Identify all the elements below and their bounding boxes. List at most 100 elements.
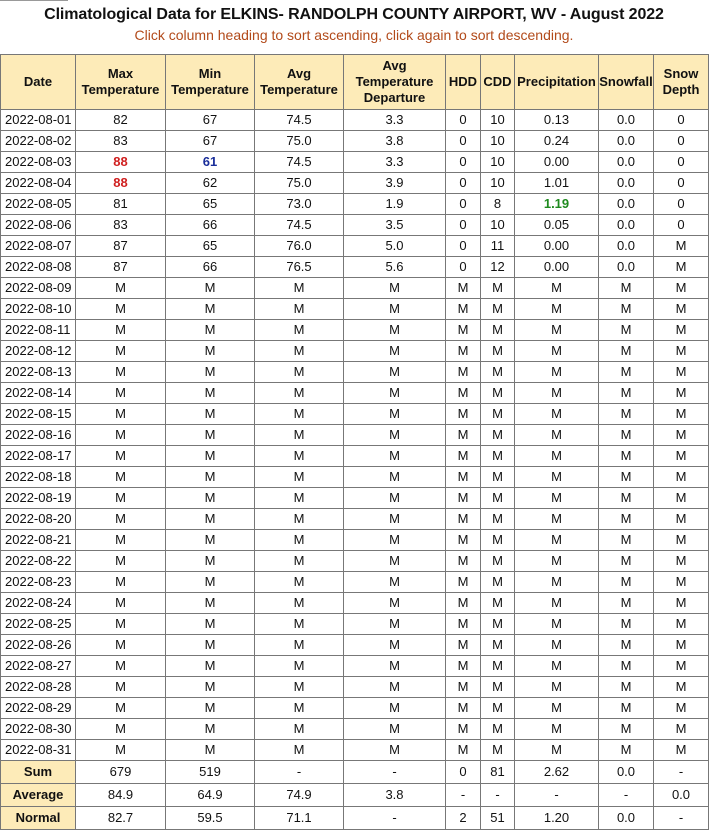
cell-precipitation: M <box>514 487 599 509</box>
cell-snow-depth: M <box>653 592 709 614</box>
cell-date: 2022-08-21 <box>0 529 76 551</box>
cell-avg-temperature: M <box>254 319 344 341</box>
table-row: 2022-08-13 M M M M M M M M M <box>0 361 709 383</box>
cell-snow-depth: M <box>653 508 709 530</box>
cell-precipitation: M <box>514 277 599 299</box>
cell-snow-depth: M <box>653 403 709 425</box>
cell-cdd: M <box>480 571 515 593</box>
cell-min-temperature: M <box>165 508 255 530</box>
table-row: 2022-08-12 M M M M M M M M M <box>0 340 709 362</box>
cell-avg-temperature: M <box>254 655 344 677</box>
cell-cdd: 10 <box>480 109 515 131</box>
cell-cdd: M <box>480 739 515 761</box>
cell-avg-temperature-departure: M <box>343 613 446 635</box>
column-header-snow-depth[interactable]: Snow Depth <box>653 54 709 110</box>
cell-snow-depth: M <box>653 655 709 677</box>
cell-date: 2022-08-07 <box>0 235 76 257</box>
cell-snowfall: M <box>598 361 654 383</box>
cell-max-temperature: M <box>75 592 166 614</box>
cell-hdd: 0 <box>445 151 481 173</box>
cell-avg-temperature-departure: M <box>343 403 446 425</box>
cell-snow-depth: M <box>653 487 709 509</box>
cell-avg-temperature-departure: M <box>343 382 446 404</box>
cell-max-temperature: M <box>75 613 166 635</box>
cell-snow-depth: M <box>653 697 709 719</box>
column-header-min-temperature[interactable]: Min Temperature <box>165 54 255 110</box>
cell-avg-temperature-departure: M <box>343 739 446 761</box>
cell-avg-temperature: M <box>254 298 344 320</box>
cell-min-temperature: M <box>165 277 255 299</box>
cell-hdd: M <box>445 739 481 761</box>
column-header-date[interactable]: Date <box>0 54 76 110</box>
cell-hdd: 0 <box>445 193 481 215</box>
cell-date: 2022-08-31 <box>0 739 76 761</box>
summary-label: Average <box>0 783 76 807</box>
cell-avg-temperature: M <box>254 508 344 530</box>
cell-snowfall: M <box>598 739 654 761</box>
column-header-max-temperature[interactable]: Max Temperature <box>75 54 166 110</box>
summary-cell-max-temperature: 82.7 <box>75 806 166 830</box>
cell-min-temperature: M <box>165 466 255 488</box>
cell-hdd: M <box>445 613 481 635</box>
summary-cell-hdd: 2 <box>445 806 481 830</box>
cell-snowfall: M <box>598 445 654 467</box>
cell-avg-temperature-departure: M <box>343 592 446 614</box>
cell-min-temperature: M <box>165 487 255 509</box>
table-row: 2022-08-28 M M M M M M M M M <box>0 676 709 698</box>
cell-date: 2022-08-08 <box>0 256 76 278</box>
cell-precipitation: 0.13 <box>514 109 599 131</box>
cell-max-temperature: M <box>75 403 166 425</box>
cell-avg-temperature-departure: M <box>343 424 446 446</box>
cell-cdd: M <box>480 613 515 635</box>
cell-snow-depth: M <box>653 739 709 761</box>
summary-cell-cdd: 51 <box>480 806 515 830</box>
summary-cell-snowfall: 0.0 <box>598 760 654 784</box>
cell-cdd: M <box>480 508 515 530</box>
column-header-avg-temperature[interactable]: Avg Temperature <box>254 54 344 110</box>
cell-min-temperature: M <box>165 319 255 341</box>
cell-max-temperature: M <box>75 718 166 740</box>
cell-snowfall: M <box>598 571 654 593</box>
cell-snowfall: M <box>598 466 654 488</box>
cell-avg-temperature-departure: 3.5 <box>343 214 446 236</box>
cell-avg-temperature-departure: M <box>343 361 446 383</box>
summary-cell-hdd: 0 <box>445 760 481 784</box>
cell-date: 2022-08-19 <box>0 487 76 509</box>
table-row: 2022-08-23 M M M M M M M M M <box>0 571 709 593</box>
cell-snow-depth: M <box>653 466 709 488</box>
table-row: 2022-08-15 M M M M M M M M M <box>0 403 709 425</box>
summary-cell-avg-temperature: 74.9 <box>254 783 344 807</box>
summary-cell-snow-depth: - <box>653 806 709 830</box>
cell-precipitation: M <box>514 319 599 341</box>
cell-snow-depth: M <box>653 634 709 656</box>
summary-rows: Sum 679 519- -0 81 2.62 0.0- Average 84.9 64.9 74.… <box>0 760 709 830</box>
column-header-cdd[interactable]: CDD <box>480 54 515 110</box>
table-row: 2022-08-22 M M M M M M M M M <box>0 550 709 572</box>
cell-precipitation: M <box>514 634 599 656</box>
summary-row: Sum 679 519- -0 81 2.62 0.0- <box>0 760 709 784</box>
cell-hdd: M <box>445 508 481 530</box>
cell-min-temperature: M <box>165 298 255 320</box>
column-header-precipitation[interactable]: Precipitation <box>514 54 599 110</box>
cell-min-temperature: M <box>165 529 255 551</box>
cell-avg-temperature: M <box>254 697 344 719</box>
cell-precipitation: M <box>514 592 599 614</box>
cell-avg-temperature: 74.5 <box>254 151 344 173</box>
column-header-avg-temperature-departure[interactable]: Avg Temperature Departure <box>343 54 446 110</box>
table-row: 2022-08-16 M M M M M M M M M <box>0 424 709 446</box>
cell-precipitation: 0.00 <box>514 151 599 173</box>
cell-max-temperature: M <box>75 424 166 446</box>
cell-snowfall: M <box>598 298 654 320</box>
cell-date: 2022-08-12 <box>0 340 76 362</box>
climate-data-table: Date Max Temperature Min Temperature Avg… <box>0 54 709 830</box>
cell-precipitation: M <box>514 340 599 362</box>
cell-min-temperature: M <box>165 403 255 425</box>
cell-max-temperature: M <box>75 508 166 530</box>
cell-avg-temperature-departure: M <box>343 466 446 488</box>
cell-hdd: 0 <box>445 256 481 278</box>
cell-date: 2022-08-05 <box>0 193 76 215</box>
column-header-snowfall[interactable]: Snowfall <box>598 54 654 110</box>
cell-hdd: M <box>445 298 481 320</box>
cell-avg-temperature-departure: M <box>343 676 446 698</box>
column-header-hdd[interactable]: HDD <box>445 54 481 110</box>
